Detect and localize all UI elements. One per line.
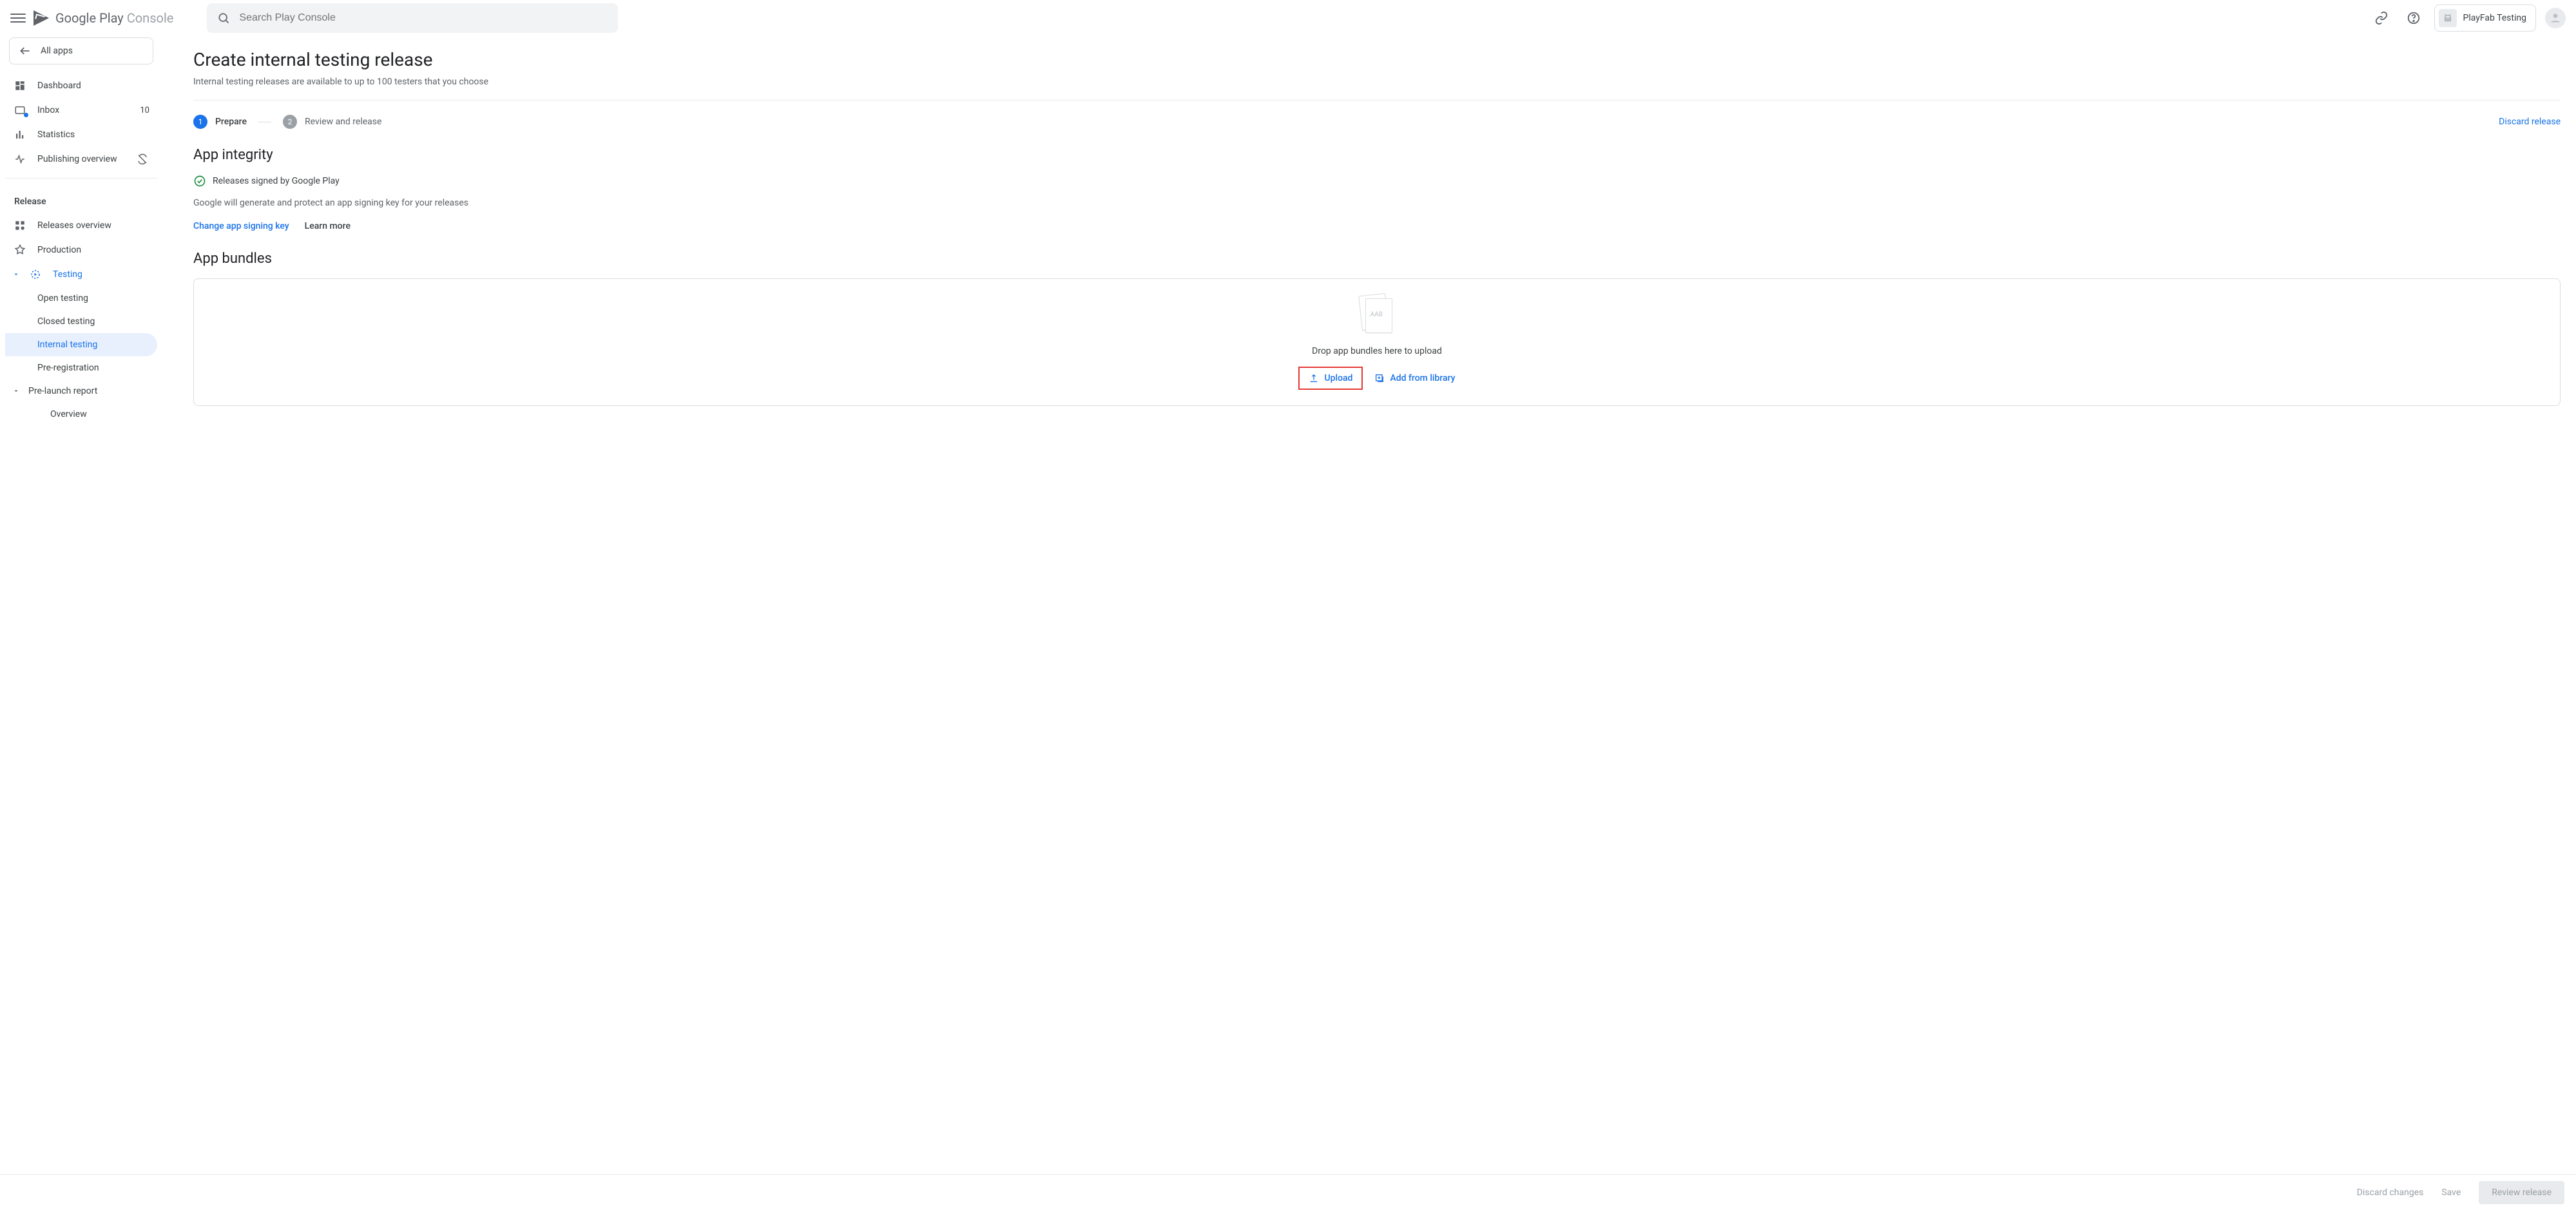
sidebar-item-label: Production (37, 245, 81, 255)
search-input[interactable] (239, 12, 608, 24)
inbox-count: 10 (140, 106, 149, 115)
production-icon (13, 244, 27, 256)
sidebar-item-releases-overview[interactable]: Releases overview (5, 213, 157, 238)
change-signing-key-link[interactable]: Change app signing key (193, 221, 289, 231)
arrow-left-icon (19, 44, 32, 57)
brand-suffix: Console (127, 10, 174, 26)
sidebar-item-pre-registration[interactable]: Pre-registration (5, 356, 157, 379)
android-icon (2439, 9, 2457, 27)
discard-changes-button[interactable]: Discard changes (2357, 1187, 2424, 1198)
app-name: PlayFab Testing (2463, 13, 2526, 23)
releases-icon (13, 220, 27, 231)
learn-more-link[interactable]: Learn more (305, 221, 351, 231)
sidebar-item-inbox[interactable]: Inbox 10 (5, 98, 157, 122)
step-2-label: Review and release (305, 117, 381, 127)
save-button[interactable]: Save (2441, 1187, 2461, 1198)
aab-file-icon: .AAB (1359, 294, 1395, 336)
sidebar-item-publishing-overview[interactable]: Publishing overview (5, 147, 157, 171)
link-icon[interactable] (2370, 6, 2393, 30)
sidebar-item-pre-launch-report[interactable]: Pre-launch report (5, 379, 157, 403)
sidebar-item-label: Pre-registration (37, 363, 99, 373)
check-circle-icon (193, 175, 206, 187)
sidebar-item-label: Testing (53, 269, 82, 280)
library-label: Add from library (1390, 373, 1455, 383)
step-2-badge: 2 (283, 115, 297, 129)
play-logo-icon (34, 10, 49, 26)
sidebar-item-internal-testing[interactable]: Internal testing (5, 333, 157, 356)
upload-icon (1309, 373, 1319, 383)
dropzone-text: Drop app bundles here to upload (1312, 346, 1442, 356)
sidebar-item-label: Open testing (37, 293, 88, 303)
sidebar-item-statistics[interactable]: Statistics (5, 122, 157, 147)
sidebar-item-label: Statistics (37, 130, 75, 140)
sidebar-item-production[interactable]: Production (5, 238, 157, 262)
integrity-signed-text: Releases signed by Google Play (213, 176, 340, 186)
brand-text: Google Play Console (55, 10, 173, 26)
sidebar-item-label: Overview (50, 409, 87, 419)
review-release-button[interactable]: Review release (2479, 1181, 2564, 1204)
discard-release-link[interactable]: Discard release (2499, 117, 2561, 127)
brand[interactable]: Google Play Console (34, 10, 173, 26)
menu-icon[interactable] (10, 10, 26, 26)
add-from-library-button[interactable]: Add from library (1374, 373, 1455, 383)
account-avatar[interactable] (2545, 8, 2566, 28)
caret-down-icon (13, 271, 21, 278)
bottom-bar: Discard changes Save Review release (0, 1174, 2576, 1210)
sidebar-item-label: Inbox (37, 105, 59, 115)
search-icon (217, 12, 230, 24)
help-icon[interactable] (2402, 6, 2425, 30)
app-bundles-dropzone[interactable]: .AAB Drop app bundles here to upload Upl… (193, 278, 2561, 406)
search-box[interactable] (207, 3, 618, 33)
sidebar-item-testing[interactable]: Testing (5, 262, 157, 287)
brand-name: Google Play (55, 10, 124, 26)
sidebar-item-label: Closed testing (37, 316, 95, 327)
sidebar: All apps Dashboard Inbox 10 (0, 36, 162, 1210)
all-apps-button[interactable]: All apps (9, 37, 153, 64)
sidebar-item-closed-testing[interactable]: Closed testing (5, 310, 157, 333)
caret-down-icon (13, 388, 21, 394)
publishing-icon (13, 153, 27, 165)
section-app-bundles: App bundles (193, 251, 2561, 267)
sidebar-item-label: Pre-launch report (28, 386, 97, 396)
sidebar-section-release: Release (5, 185, 157, 213)
aab-ext: .AAB (1369, 311, 1383, 318)
statistics-icon (13, 129, 27, 140)
step-1-badge: 1 (193, 115, 207, 129)
sidebar-item-label: Publishing overview (37, 154, 117, 164)
step-1-label: Prepare (215, 117, 247, 127)
page-subtitle: Internal testing releases are available … (193, 77, 2561, 87)
sidebar-item-plr-overview[interactable]: Overview (5, 403, 157, 426)
stepper: 1 Prepare 2 Review and release (193, 115, 381, 129)
sidebar-item-label: Internal testing (37, 340, 97, 350)
topbar: Google Play Console PlayFab Testing (0, 0, 2576, 36)
section-app-integrity: App integrity (193, 147, 2561, 163)
sync-off-icon (135, 153, 149, 165)
app-selector[interactable]: PlayFab Testing (2434, 5, 2536, 32)
inbox-icon (13, 104, 27, 116)
integrity-desc: Google will generate and protect an app … (193, 198, 2561, 208)
sidebar-item-open-testing[interactable]: Open testing (5, 287, 157, 310)
sidebar-item-label: Dashboard (37, 81, 81, 91)
page-title: Create internal testing release (193, 49, 2561, 70)
testing-icon (28, 269, 43, 280)
library-icon (1374, 373, 1385, 383)
upload-label: Upload (1324, 373, 1352, 383)
upload-button[interactable]: Upload (1298, 367, 1363, 390)
dashboard-icon (13, 80, 27, 91)
sidebar-item-dashboard[interactable]: Dashboard (5, 73, 157, 98)
main-content: Create internal testing release Internal… (162, 36, 2576, 1210)
sidebar-item-label: Releases overview (37, 220, 111, 231)
all-apps-label: All apps (41, 46, 73, 56)
